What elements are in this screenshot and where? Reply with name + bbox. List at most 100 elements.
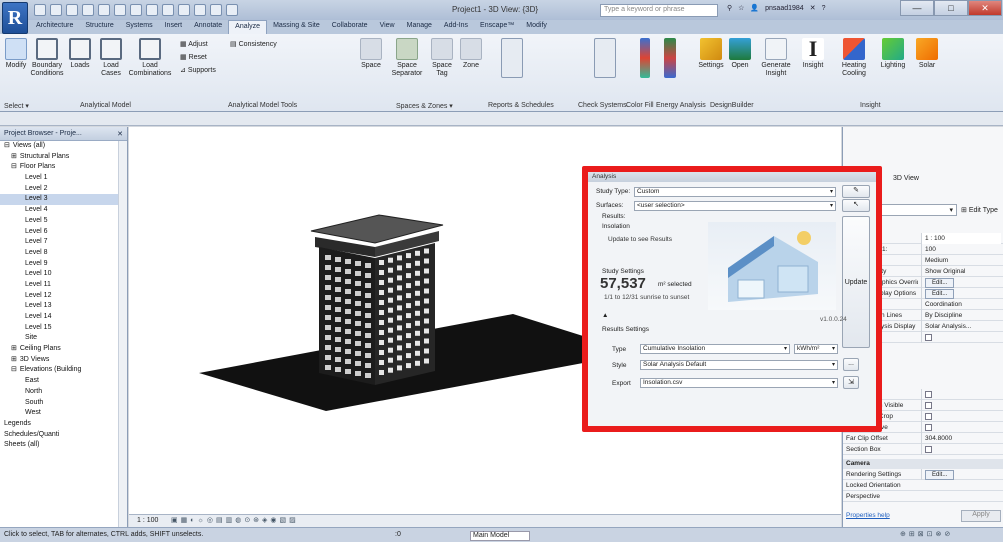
thin-lines-icon[interactable] bbox=[194, 4, 206, 16]
load-cases-tool[interactable]: Load Cases bbox=[96, 38, 126, 78]
lighting-tool[interactable]: Lighting bbox=[876, 38, 910, 70]
redo-icon[interactable] bbox=[82, 4, 94, 16]
browser-item[interactable]: Level 8 bbox=[0, 248, 127, 259]
close-icon[interactable]: ✕ bbox=[117, 130, 123, 138]
energy-tool[interactable] bbox=[660, 38, 680, 80]
revit-app-button[interactable]: R bbox=[2, 2, 28, 34]
export-button[interactable]: ⇲ bbox=[843, 376, 859, 389]
property-row[interactable]: Perspective bbox=[843, 491, 1003, 502]
property-value[interactable] bbox=[921, 332, 1001, 343]
save-icon[interactable] bbox=[50, 4, 62, 16]
tab-add-ins[interactable]: Add-Ins bbox=[438, 20, 474, 34]
browser-item[interactable]: ⊟ Elevations (Building bbox=[0, 365, 127, 376]
property-value[interactable]: Show Original bbox=[921, 266, 1001, 277]
tab-systems[interactable]: Systems bbox=[120, 20, 159, 34]
tab-structure[interactable]: Structure bbox=[79, 20, 119, 34]
property-value[interactable]: By Discipline bbox=[921, 310, 1001, 321]
style-select[interactable]: Solar Analysis Default ▾ bbox=[640, 360, 838, 370]
design-option-field[interactable]: Main Model bbox=[470, 531, 530, 541]
results-type-select[interactable]: Cumulative Insolation ▾ bbox=[640, 344, 790, 354]
edit-button[interactable]: Edit... bbox=[925, 289, 955, 299]
edit-type-button[interactable]: ⊞ Edit Type bbox=[961, 206, 998, 214]
browser-item[interactable]: Level 4 bbox=[0, 205, 127, 216]
print-icon[interactable] bbox=[98, 4, 110, 16]
reports-tools[interactable] bbox=[492, 38, 532, 80]
property-value[interactable]: Edit... bbox=[921, 288, 1001, 299]
browser-item[interactable]: Site bbox=[0, 333, 127, 344]
browser-item[interactable]: Level 2 bbox=[0, 184, 127, 195]
surfaces-select[interactable]: <user selection> ▾ bbox=[634, 201, 836, 211]
property-checkbox[interactable] bbox=[925, 445, 932, 453]
heating-cooling-tool[interactable]: Heating Cooling bbox=[834, 38, 874, 78]
properties-help-link[interactable]: Properties help bbox=[846, 512, 890, 519]
select-dropdown[interactable]: Select ▾ bbox=[4, 102, 29, 110]
group-energy-analysis[interactable]: Energy Analysis bbox=[656, 102, 706, 109]
expand-toggle-icon[interactable]: ⊞ bbox=[11, 356, 17, 363]
property-value[interactable] bbox=[921, 389, 1001, 400]
property-row[interactable]: Locked Orientation bbox=[843, 480, 1003, 491]
property-checkbox[interactable] bbox=[925, 423, 932, 431]
property-value[interactable]: 100 bbox=[921, 244, 1001, 255]
browser-item[interactable]: Level 7 bbox=[0, 237, 127, 248]
study-type-select[interactable]: Custom ▾ bbox=[634, 187, 836, 197]
text-icon[interactable] bbox=[146, 4, 158, 16]
generate-insight-tool[interactable]: Generate Insight bbox=[756, 38, 796, 78]
expand-toggle-icon[interactable]: ⊞ bbox=[11, 153, 17, 160]
star-icon[interactable]: ☆ bbox=[738, 4, 744, 12]
group-reports-schedules[interactable]: Reports & Schedules bbox=[488, 102, 554, 109]
supports-tool[interactable]: ⊿ Supports bbox=[180, 66, 216, 74]
space-tag-tool[interactable]: Space Tag bbox=[428, 38, 456, 78]
property-value[interactable]: 304.8000 bbox=[921, 433, 1001, 444]
expand-toggle-icon[interactable]: ⊟ bbox=[11, 163, 17, 170]
apply-button[interactable]: Apply bbox=[961, 510, 1001, 522]
browser-item[interactable]: Level 3 bbox=[0, 194, 127, 206]
browser-item[interactable]: Legends bbox=[0, 419, 127, 430]
property-checkbox[interactable] bbox=[925, 401, 932, 409]
browser-item[interactable]: Level 6 bbox=[0, 227, 127, 238]
group-spaces-zones[interactable]: Spaces & Zones ▾ bbox=[396, 102, 453, 110]
browser-item[interactable]: ⊟ Floor Plans bbox=[0, 162, 127, 173]
export-select[interactable]: Insolation.csv ▾ bbox=[640, 378, 838, 388]
property-value[interactable]: Solar Analysis... bbox=[921, 321, 1001, 332]
binoculars-icon[interactable]: ⚲ bbox=[727, 4, 732, 12]
pick-surfaces-button[interactable]: ↖ bbox=[842, 199, 870, 212]
help-icon[interactable]: ? bbox=[822, 5, 826, 12]
browser-item[interactable]: North bbox=[0, 387, 127, 398]
property-value[interactable]: Medium bbox=[921, 255, 1001, 266]
load-combinations-tool[interactable]: Load Combinations bbox=[128, 38, 172, 78]
collapse-toggle-icon[interactable]: ▲ bbox=[602, 312, 608, 319]
modify-tool[interactable]: Modify bbox=[4, 38, 28, 70]
3d-view-icon[interactable] bbox=[162, 4, 174, 16]
view-control-icons[interactable]: ▣▦◐☼◎▤▥◍⊙⊛◈◉▧▨ bbox=[171, 516, 299, 524]
property-row[interactable]: Section Box bbox=[843, 444, 1003, 455]
dimension-icon[interactable] bbox=[130, 4, 142, 16]
exchange-icon[interactable]: ✕ bbox=[810, 4, 816, 12]
property-row[interactable]: Rendering Settings Edit... bbox=[843, 469, 1003, 480]
user-name[interactable]: pnsaad1984 bbox=[765, 5, 804, 12]
boundary-conditions-tool[interactable]: Boundary Conditions bbox=[30, 38, 64, 78]
undo-icon[interactable] bbox=[66, 4, 78, 16]
browser-item[interactable]: Level 13 bbox=[0, 301, 127, 312]
property-value[interactable] bbox=[921, 400, 1001, 411]
property-value[interactable]: Edit... bbox=[921, 277, 1001, 288]
minimize-button[interactable]: — bbox=[900, 0, 934, 16]
reset-tool[interactable]: ▦ Reset bbox=[180, 53, 207, 61]
browser-item[interactable]: ⊞ Ceiling Plans bbox=[0, 344, 127, 355]
browser-item[interactable]: Level 11 bbox=[0, 280, 127, 291]
space-tool[interactable]: Space bbox=[356, 38, 386, 70]
browser-item[interactable]: Level 5 bbox=[0, 216, 127, 227]
switch-windows-icon[interactable] bbox=[226, 4, 238, 16]
solar-tool[interactable]: Solar bbox=[912, 38, 942, 70]
property-value[interactable] bbox=[921, 422, 1001, 433]
help-search-input[interactable]: Type a keyword or phrase bbox=[600, 4, 718, 17]
style-more-button[interactable]: ... bbox=[843, 358, 859, 371]
view-scale[interactable]: 1 : 100 bbox=[137, 517, 158, 524]
consistency-tool[interactable]: ▤ Consistency bbox=[230, 40, 277, 48]
type-selector[interactable]: 3D View bbox=[893, 175, 919, 182]
tab-collaborate[interactable]: Collaborate bbox=[326, 20, 374, 34]
adjust-tool[interactable]: ▦ Adjust bbox=[180, 40, 208, 48]
browser-item[interactable]: Level 9 bbox=[0, 259, 127, 270]
tab-enscape[interactable]: Enscape™ bbox=[474, 20, 520, 34]
browser-item[interactable]: Level 1 bbox=[0, 173, 127, 184]
group-check-systems[interactable]: Check Systems bbox=[578, 102, 627, 109]
